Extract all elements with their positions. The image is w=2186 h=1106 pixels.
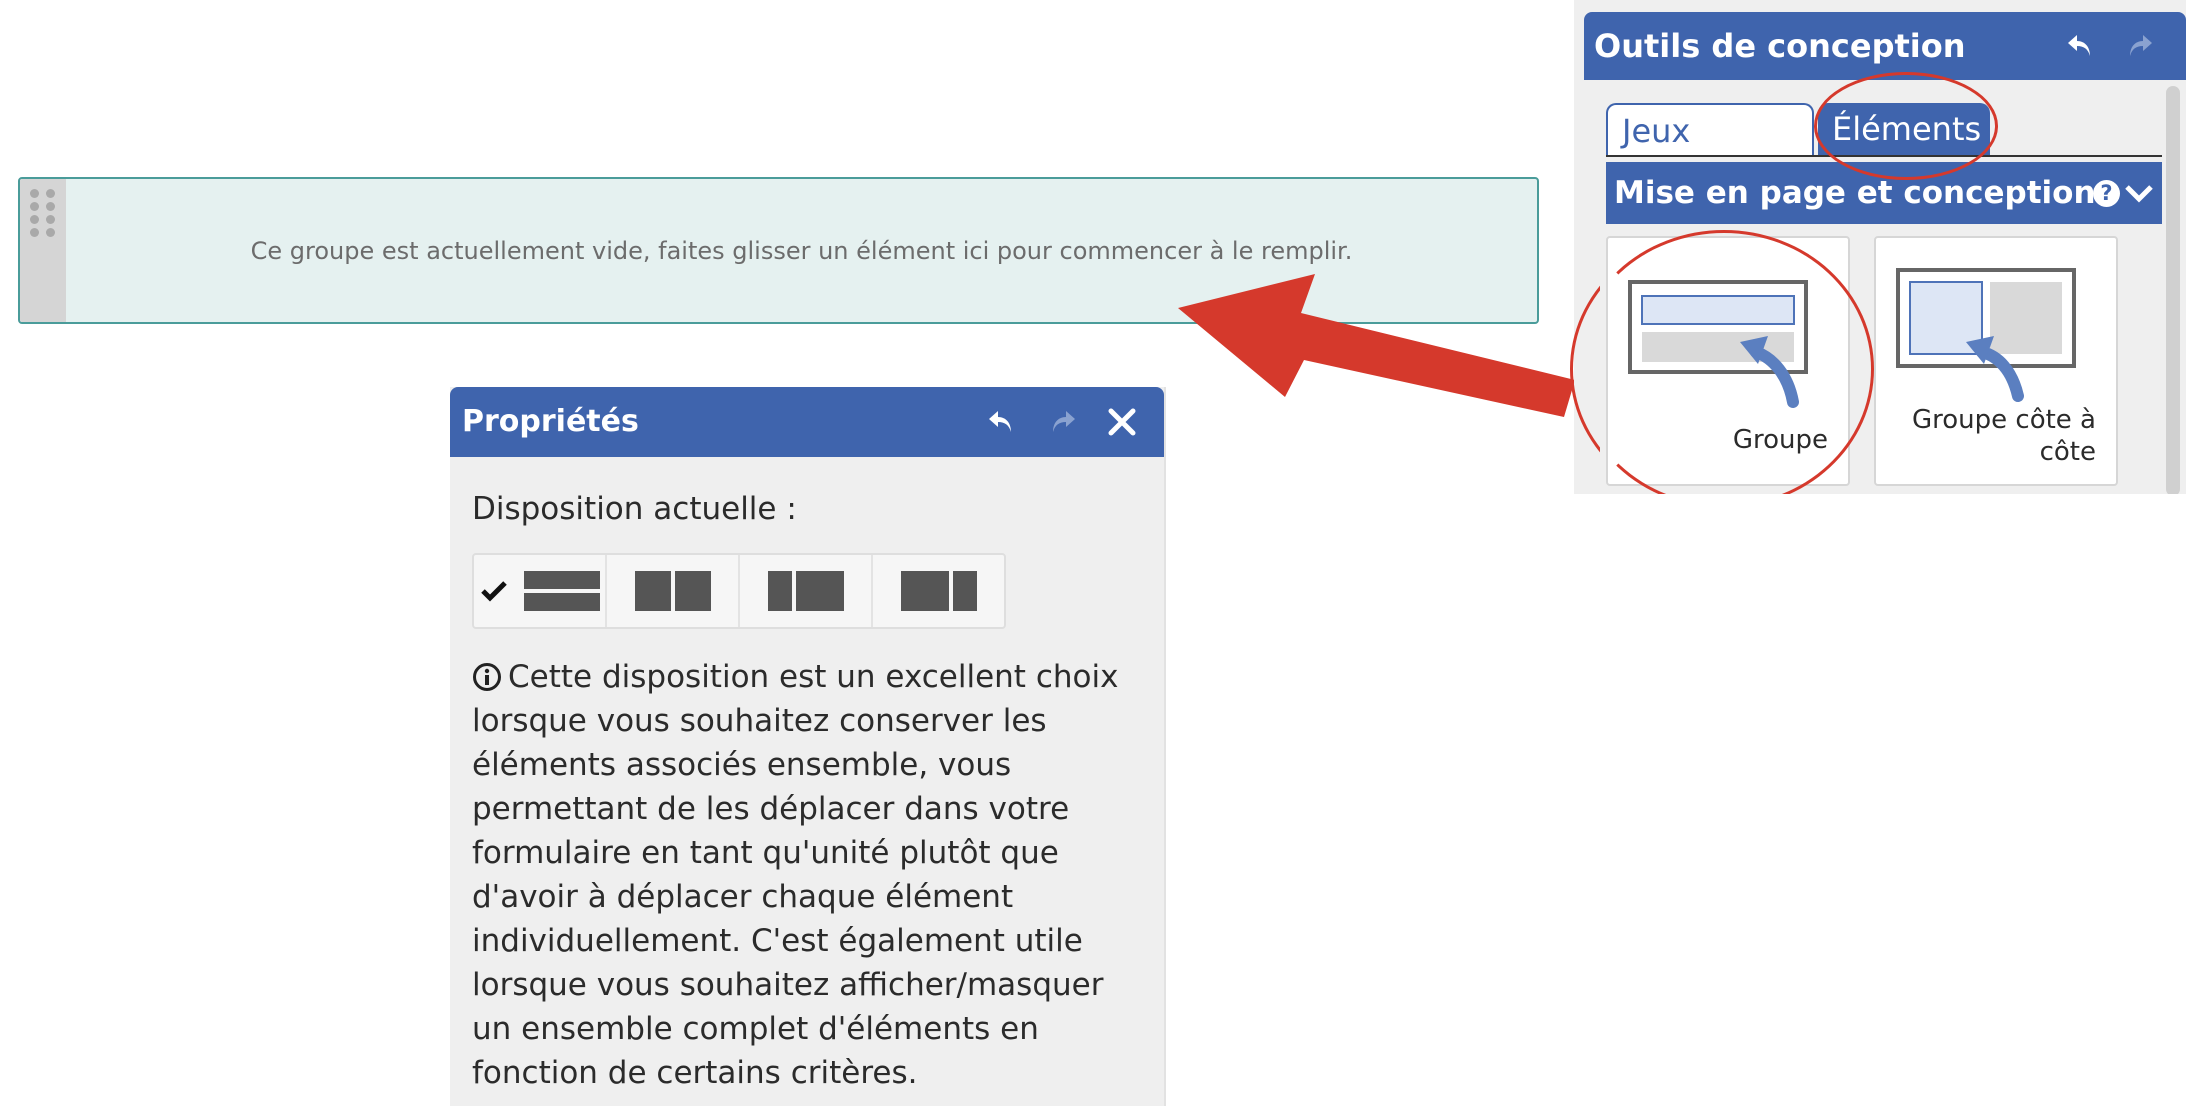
- tools-scrollbar[interactable]: [2166, 86, 2180, 494]
- tool-card-side-label-line1: Groupe côte à: [1911, 405, 2096, 435]
- narrow-wide-layout-icon: [767, 571, 844, 611]
- redo-icon[interactable]: [1045, 404, 1081, 440]
- help-icon[interactable]: ?: [2093, 180, 2120, 207]
- stacked-layout-icon: [523, 571, 600, 611]
- design-tools-panel: Outils de conception Jeux rapides Élémen…: [1574, 0, 2186, 494]
- annotation-circle-elements-tab: [1814, 72, 1998, 180]
- layout-option-wide-narrow[interactable]: [873, 555, 1004, 627]
- layout-option-stacked[interactable]: [474, 555, 607, 627]
- two-columns-layout-icon: [634, 571, 711, 611]
- info-icon: [473, 663, 501, 691]
- annotation-arrow-icon: [1178, 274, 1575, 417]
- tools-redo-icon[interactable]: [2122, 28, 2158, 64]
- chevron-down-icon[interactable]: [2124, 180, 2154, 206]
- tool-card-side-by-side[interactable]: Groupe côte à côte: [1874, 236, 2118, 486]
- layout-options: [472, 553, 1006, 629]
- close-icon[interactable]: [1104, 404, 1140, 440]
- tools-undo-icon[interactable]: [2062, 28, 2098, 64]
- layout-description-text: Cette disposition est un excellent choix…: [472, 659, 1119, 1091]
- layout-option-two-columns[interactable]: [607, 555, 740, 627]
- design-tools-header: Outils de conception: [1584, 12, 2186, 80]
- tool-card-side-label-line2: côte: [2039, 437, 2096, 467]
- properties-title: Propriétés: [462, 404, 639, 439]
- design-tools-title: Outils de conception: [1594, 27, 1966, 65]
- properties-panel: Propriétés Disposition actuelle : Cette …: [450, 387, 1166, 1106]
- properties-header: Propriétés: [450, 387, 1164, 457]
- checkmark-icon: [480, 581, 507, 602]
- layout-option-narrow-wide[interactable]: [740, 555, 873, 627]
- tool-card-side-label: Groupe côte à côte: [1912, 404, 2096, 468]
- drag-handle[interactable]: [20, 179, 66, 322]
- layout-label: Disposition actuelle :: [472, 491, 797, 527]
- undo-icon[interactable]: [983, 404, 1019, 440]
- side-by-side-element-icon: [1896, 268, 2076, 402]
- tab-quick-sets[interactable]: Jeux rapides: [1606, 103, 1814, 202]
- section-title: Mise en page et conception: [1614, 175, 2096, 211]
- drag-dots-icon: [30, 189, 56, 239]
- annotation-circle-group-card: [1574, 230, 1874, 494]
- wide-narrow-layout-icon: [900, 571, 977, 611]
- layout-description: Cette disposition est un excellent choix…: [472, 655, 1142, 1095]
